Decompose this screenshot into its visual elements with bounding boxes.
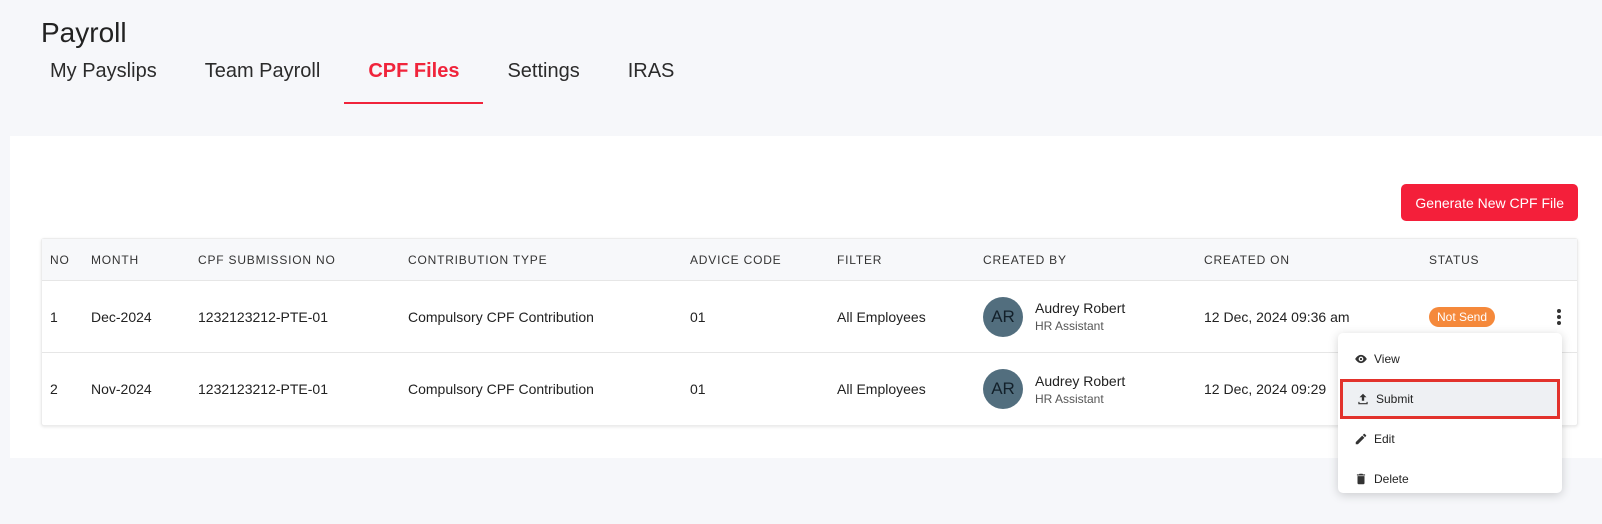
- avatar: AR: [983, 296, 1023, 337]
- tab-settings[interactable]: Settings: [483, 52, 603, 104]
- creator-name: Audrey Robert: [1035, 372, 1126, 389]
- header-filter: FILTER: [837, 252, 883, 267]
- creator-role: HR Assistant: [1035, 391, 1104, 406]
- menu-item-label: Delete: [1374, 472, 1409, 486]
- cell-status: Not Send: [1429, 306, 1549, 327]
- creator-role: HR Assistant: [1035, 319, 1104, 333]
- cell-advice-code: 01: [690, 308, 706, 325]
- cell-contribution-type: Compulsory CPF Contribution: [408, 308, 594, 325]
- header-advice-code: ADVICE CODE: [690, 252, 782, 267]
- eye-icon: [1354, 352, 1368, 366]
- row-action-menu: View Submit Edit Delete: [1338, 333, 1562, 493]
- menu-item-label: Submit: [1376, 392, 1414, 406]
- trash-icon: [1354, 472, 1368, 486]
- menu-item-edit[interactable]: Edit: [1338, 419, 1562, 459]
- cell-created-on: 12 Dec, 2024 09:36 am: [1204, 308, 1350, 325]
- cell-filter: All Employees: [837, 381, 926, 397]
- row-actions-kebab-icon[interactable]: [1551, 309, 1567, 325]
- cell-month: Nov-2024: [91, 381, 152, 397]
- tab-my-payslips[interactable]: My Payslips: [26, 52, 181, 104]
- cell-advice-code: 01: [690, 381, 706, 397]
- header-created-on: CREATED ON: [1204, 252, 1290, 267]
- cell-created-by: AR Audrey Robert HR Assistant: [983, 296, 1204, 337]
- cell-created-by: AR Audrey Robert HR Assistant: [983, 369, 1204, 409]
- header-no: NO: [50, 252, 70, 267]
- pencil-icon: [1354, 432, 1368, 446]
- header-created-by: CREATED BY: [983, 252, 1067, 267]
- cell-month: Dec-2024: [91, 308, 152, 325]
- cell-no: 1: [50, 308, 58, 325]
- upload-icon: [1356, 392, 1370, 406]
- cell-contribution-type: Compulsory CPF Contribution: [408, 381, 594, 397]
- header-submission-no: CPF SUBMISSION NO: [198, 252, 336, 267]
- tab-iras[interactable]: IRAS: [604, 52, 699, 104]
- cell-submission-no: 1232123212-PTE-01: [198, 381, 328, 397]
- tab-team-payroll[interactable]: Team Payroll: [181, 52, 345, 104]
- avatar: AR: [983, 369, 1023, 409]
- cell-no: 2: [50, 381, 58, 397]
- menu-item-label: Edit: [1374, 432, 1395, 446]
- menu-item-submit[interactable]: Submit: [1340, 379, 1560, 419]
- generate-cpf-file-button[interactable]: Generate New CPF File: [1401, 184, 1578, 221]
- menu-item-label: View: [1374, 352, 1400, 366]
- tab-bar: My Payslips Team Payroll CPF Files Setti…: [26, 52, 698, 104]
- status-badge: Not Send: [1429, 306, 1496, 327]
- cell-filter: All Employees: [837, 308, 926, 325]
- table-header-row: NO MONTH CPF SUBMISSION NO CONTRIBUTION …: [42, 239, 1577, 281]
- menu-item-view[interactable]: View: [1338, 339, 1562, 379]
- tab-cpf-files[interactable]: CPF Files: [344, 52, 484, 104]
- page-title: Payroll: [41, 17, 127, 48]
- creator-name: Audrey Robert: [1035, 300, 1126, 316]
- header-month: MONTH: [91, 252, 139, 267]
- cell-submission-no: 1232123212-PTE-01: [198, 308, 328, 325]
- menu-item-delete[interactable]: Delete: [1338, 459, 1562, 499]
- header-contribution-type: CONTRIBUTION TYPE: [408, 252, 548, 267]
- header-status: STATUS: [1429, 252, 1480, 267]
